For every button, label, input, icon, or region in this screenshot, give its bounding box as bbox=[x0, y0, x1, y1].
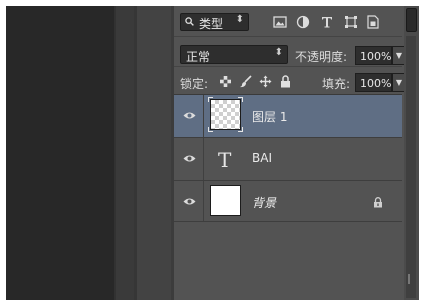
lock-label: 锁定: bbox=[180, 77, 209, 91]
up-down-arrow-icon: ⬍ bbox=[274, 47, 283, 58]
panel-gutter bbox=[116, 6, 134, 300]
eye-icon bbox=[183, 155, 196, 162]
adjustment-filter-icon[interactable] bbox=[296, 15, 310, 29]
blend-row: 正常 ⬍ 不透明度: 100% ▼ bbox=[174, 37, 406, 67]
selection-corner bbox=[238, 127, 243, 132]
scrollbar-track[interactable] bbox=[406, 36, 416, 298]
type-filter-icon[interactable] bbox=[320, 15, 334, 29]
resize-grip[interactable] bbox=[408, 274, 410, 284]
lock-image-pixels-icon[interactable] bbox=[239, 75, 252, 88]
shape-filter-icon[interactable] bbox=[344, 15, 358, 29]
lock-row: 锁定: 填充: 100% ▼ bbox=[174, 67, 406, 95]
layer-thumbnail bbox=[208, 97, 243, 132]
layer-thumbnail bbox=[210, 185, 241, 216]
up-down-arrow-icon: ⬍ bbox=[235, 14, 244, 25]
selection-corner bbox=[208, 97, 213, 102]
eye-icon bbox=[183, 112, 196, 119]
layer-name: 背景 bbox=[252, 196, 277, 210]
blend-mode-select[interactable]: 正常 ⬍ bbox=[180, 45, 288, 64]
text-layer-icon: T bbox=[218, 148, 232, 172]
selection-corner bbox=[208, 127, 213, 132]
visibility-toggle[interactable] bbox=[174, 181, 204, 221]
selection-corner bbox=[238, 97, 243, 102]
pixel-filter-icon[interactable] bbox=[273, 15, 287, 29]
layers-panel: 类型 ⬍ 正常 ⬍ 不透明度: 100% ▼ 锁定: 填充: 100% ▼ 图层… bbox=[174, 6, 419, 300]
chevron-down-icon: ▼ bbox=[395, 51, 403, 60]
lock-all-icon[interactable] bbox=[280, 75, 291, 88]
filter-kind-select[interactable]: 类型 ⬍ bbox=[180, 13, 249, 31]
photoshop-window: 类型 ⬍ 正常 ⬍ 不透明度: 100% ▼ 锁定: 填充: 100% ▼ 图层… bbox=[6, 6, 419, 300]
fill-label: 填充: bbox=[322, 77, 351, 91]
lock-transparent-pixels-icon[interactable] bbox=[220, 76, 231, 87]
layer-filter-row: 类型 ⬍ bbox=[174, 6, 402, 37]
opacity-input[interactable]: 100% bbox=[355, 46, 392, 65]
visibility-toggle[interactable] bbox=[174, 95, 204, 137]
layer-row-layer-1[interactable]: 图层 1 bbox=[174, 95, 402, 138]
opacity-label: 不透明度: bbox=[295, 50, 348, 64]
eye-icon bbox=[183, 198, 196, 205]
fill-input[interactable]: 100% bbox=[355, 73, 392, 92]
layer-row-bai[interactable]: T BAI bbox=[174, 138, 402, 181]
lock-icon bbox=[374, 197, 382, 208]
lock-position-icon[interactable] bbox=[259, 75, 272, 88]
filter-kind-label: 类型 bbox=[199, 17, 224, 31]
panel-scrollbar[interactable] bbox=[404, 6, 419, 300]
divider bbox=[134, 6, 137, 300]
panel-dock bbox=[134, 6, 174, 300]
layer-name: BAI bbox=[252, 151, 272, 165]
layer-name: 图层 1 bbox=[252, 110, 288, 124]
smart-object-filter-icon[interactable] bbox=[366, 15, 380, 29]
chevron-down-icon: ▼ bbox=[395, 78, 403, 87]
visibility-toggle[interactable] bbox=[174, 138, 204, 180]
scrollbar-thumb[interactable] bbox=[406, 8, 417, 32]
layer-row-background[interactable]: 背景 bbox=[174, 181, 402, 222]
canvas-area bbox=[6, 6, 114, 300]
search-icon bbox=[185, 17, 194, 26]
blend-mode-value: 正常 bbox=[186, 50, 211, 64]
